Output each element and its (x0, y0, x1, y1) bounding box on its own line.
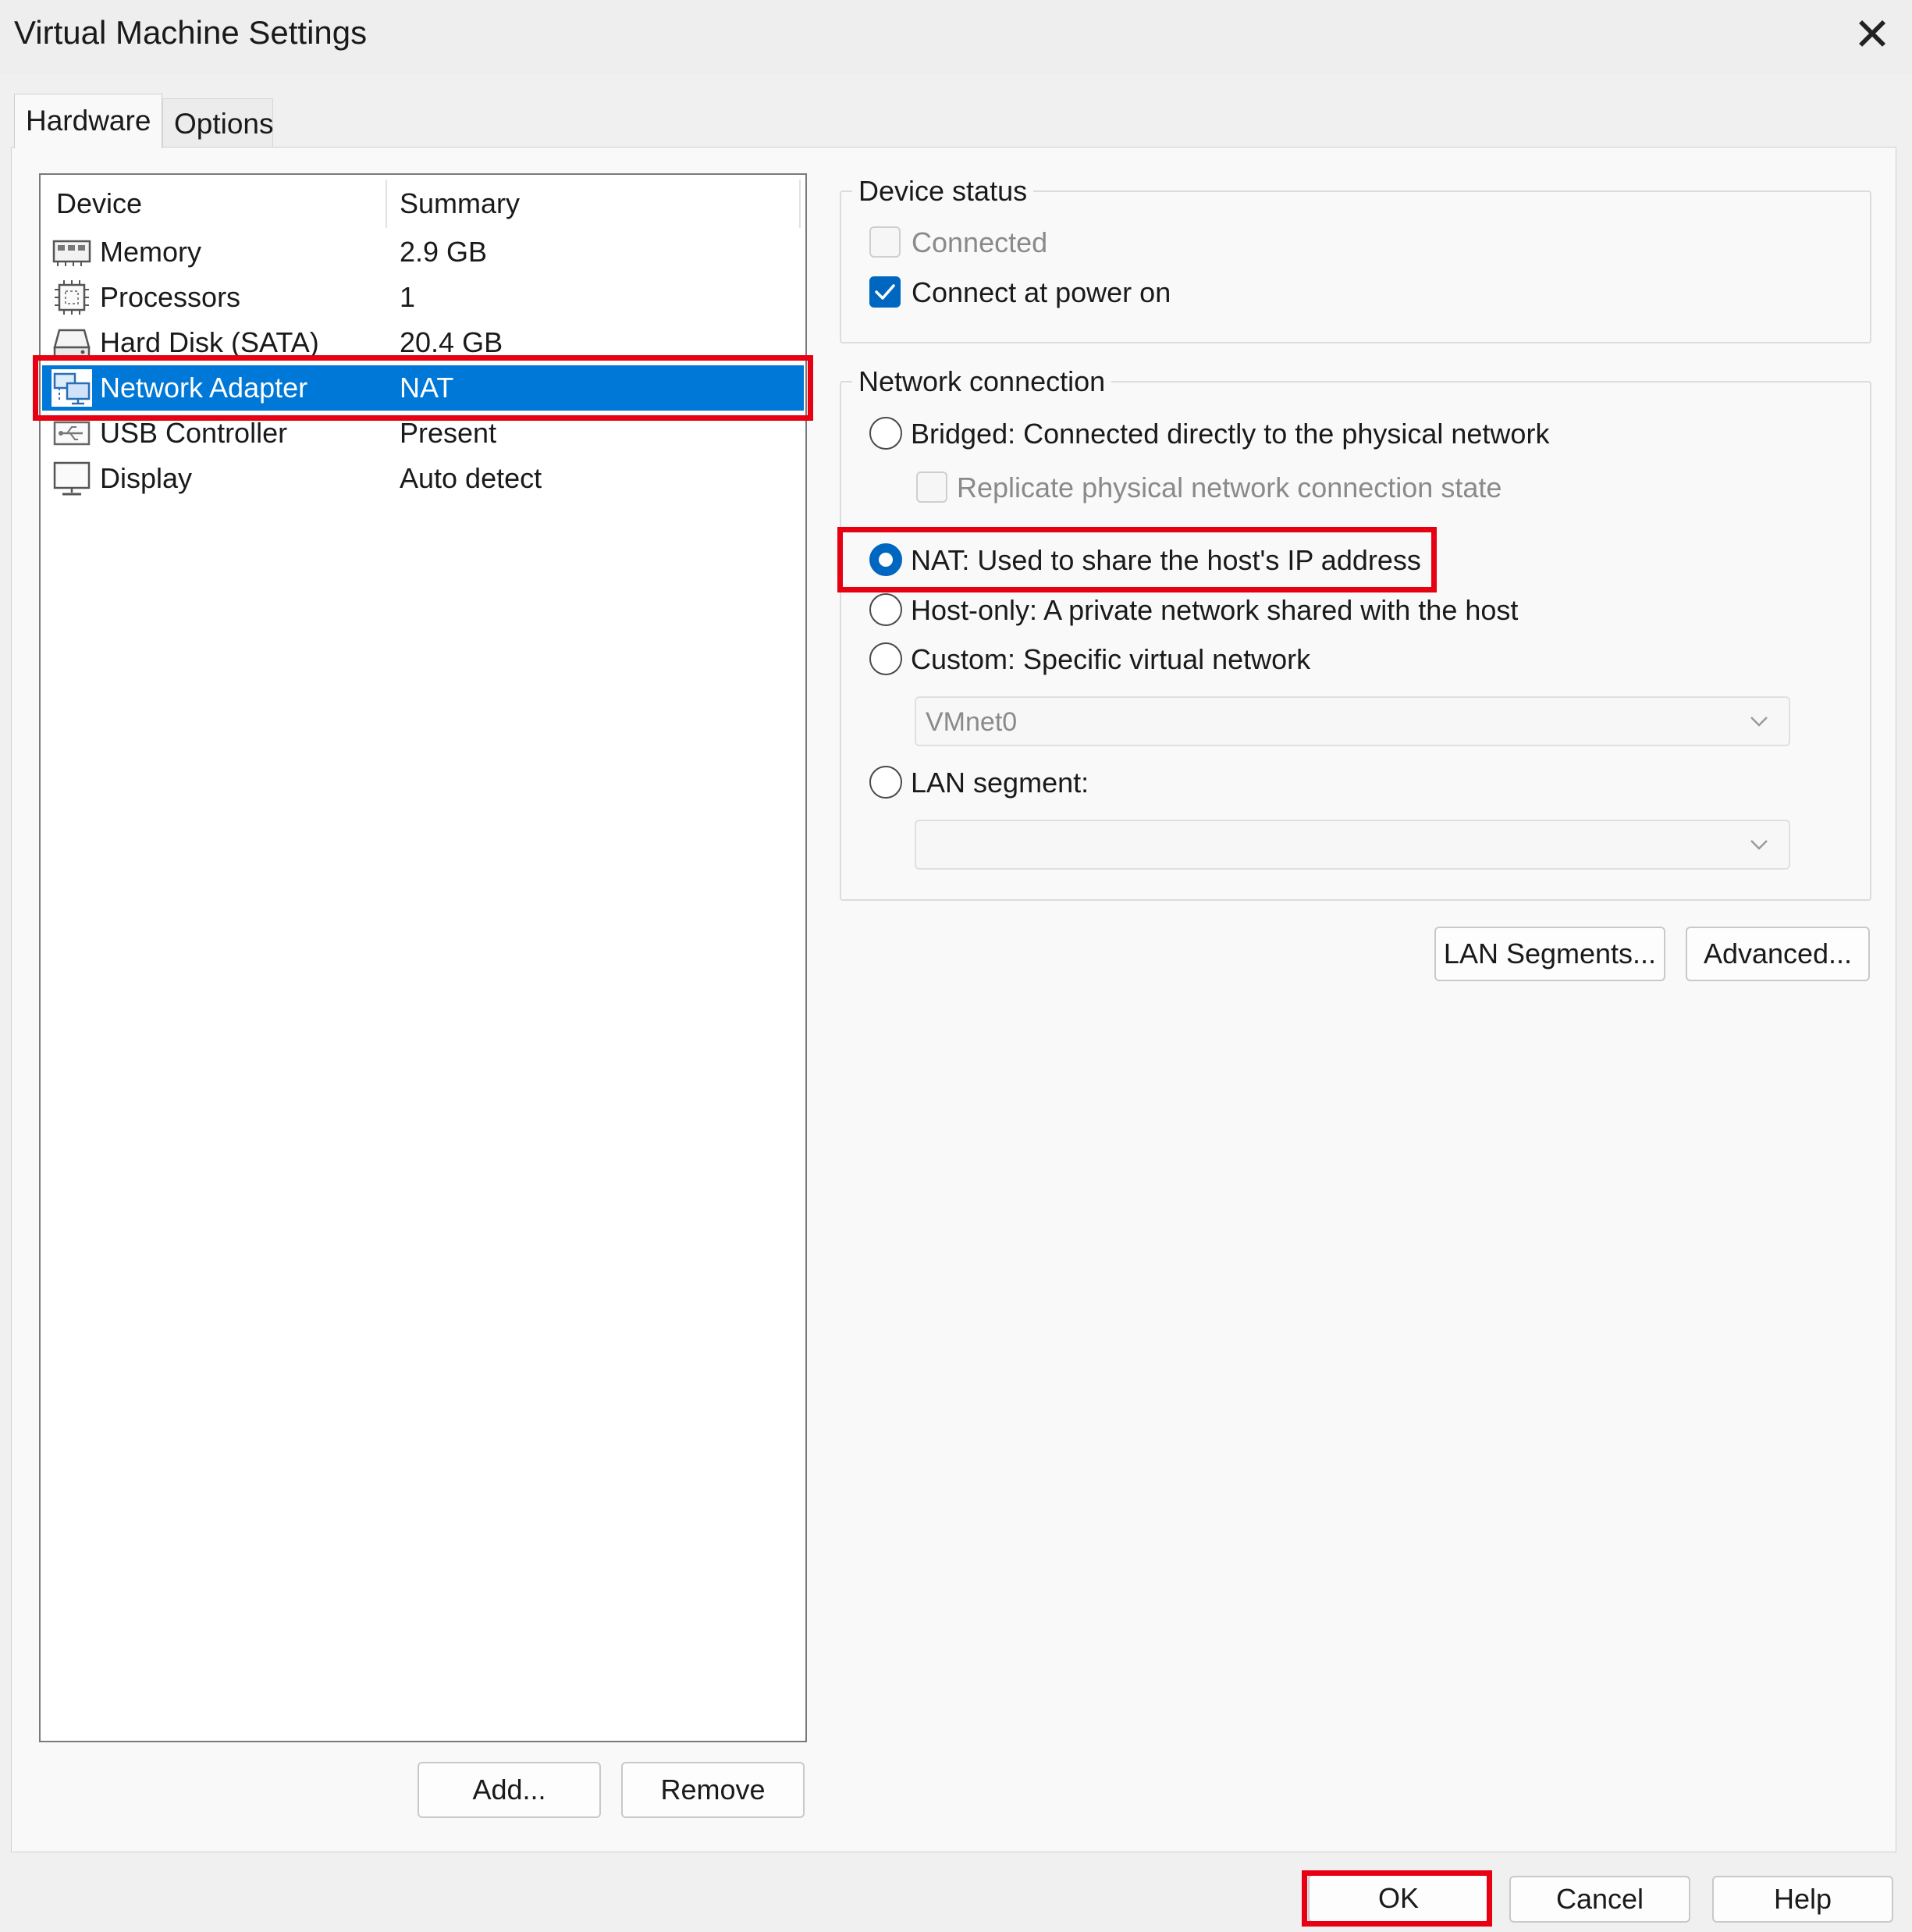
lan-segment-radio[interactable] (869, 766, 902, 799)
tab-hardware[interactable]: Hardware (14, 94, 162, 148)
network-connection-title: Network connection (852, 365, 1112, 398)
cancel-button[interactable]: Cancel (1509, 1876, 1690, 1923)
device-row-memory[interactable]: Memory 2.9 GB (42, 229, 804, 275)
device-name: Memory (100, 236, 202, 268)
lan-segment-label[interactable]: LAN segment: (911, 767, 1089, 799)
custom-label[interactable]: Custom: Specific virtual network (911, 643, 1310, 676)
host-only-radio[interactable] (869, 593, 902, 626)
connected-checkbox[interactable] (869, 226, 901, 258)
chevron-down-icon (1750, 717, 1768, 727)
custom-network-select[interactable]: VMnet0 (915, 696, 1790, 746)
highlight-box (33, 355, 813, 421)
check-icon (875, 284, 895, 300)
device-row-processors[interactable]: Processors 1 (42, 275, 804, 320)
advanced-button[interactable]: Advanced... (1686, 927, 1870, 981)
connect-at-power-on-label[interactable]: Connect at power on (912, 276, 1171, 309)
processor-icon (55, 280, 89, 315)
highlight-box (837, 527, 1437, 592)
host-only-label[interactable]: Host-only: A private network shared with… (911, 594, 1518, 627)
memory-icon (52, 240, 91, 266)
close-icon[interactable]: ✕ (1848, 11, 1896, 59)
tab-options[interactable]: Options (162, 98, 274, 147)
replicate-checkbox[interactable] (916, 471, 947, 503)
connected-label[interactable]: Connected (912, 226, 1047, 259)
bridged-label[interactable]: Bridged: Connected directly to the physi… (911, 418, 1549, 450)
lan-segments-button[interactable]: LAN Segments... (1434, 927, 1665, 981)
add-button[interactable]: Add... (418, 1762, 601, 1818)
device-row-display[interactable]: Display Auto detect (42, 456, 804, 501)
device-summary: 1 (400, 281, 416, 313)
device-status-group (840, 190, 1871, 343)
replicate-label[interactable]: Replicate physical network connection st… (957, 471, 1502, 504)
device-status-title: Device status (852, 175, 1034, 208)
device-summary: Auto detect (400, 462, 542, 494)
custom-radio[interactable] (869, 642, 902, 675)
device-summary: 2.9 GB (400, 236, 488, 268)
column-header-summary[interactable]: Summary (400, 187, 520, 220)
custom-network-value: VMnet0 (926, 707, 1018, 737)
device-name: Processors (100, 281, 241, 313)
device-name: Display (100, 462, 193, 494)
connect-at-power-on-checkbox[interactable] (869, 276, 901, 308)
remove-button[interactable]: Remove (621, 1762, 805, 1818)
column-separator (799, 180, 801, 228)
lan-segment-select[interactable] (915, 820, 1790, 870)
highlight-box (1302, 1870, 1492, 1927)
window-title: Virtual Machine Settings (14, 14, 368, 51)
help-button[interactable]: Help (1712, 1876, 1893, 1923)
column-header-device[interactable]: Device (56, 187, 142, 220)
display-icon (53, 461, 91, 496)
bridged-radio[interactable] (869, 417, 902, 450)
column-separator (386, 180, 387, 228)
chevron-down-icon (1750, 840, 1768, 850)
